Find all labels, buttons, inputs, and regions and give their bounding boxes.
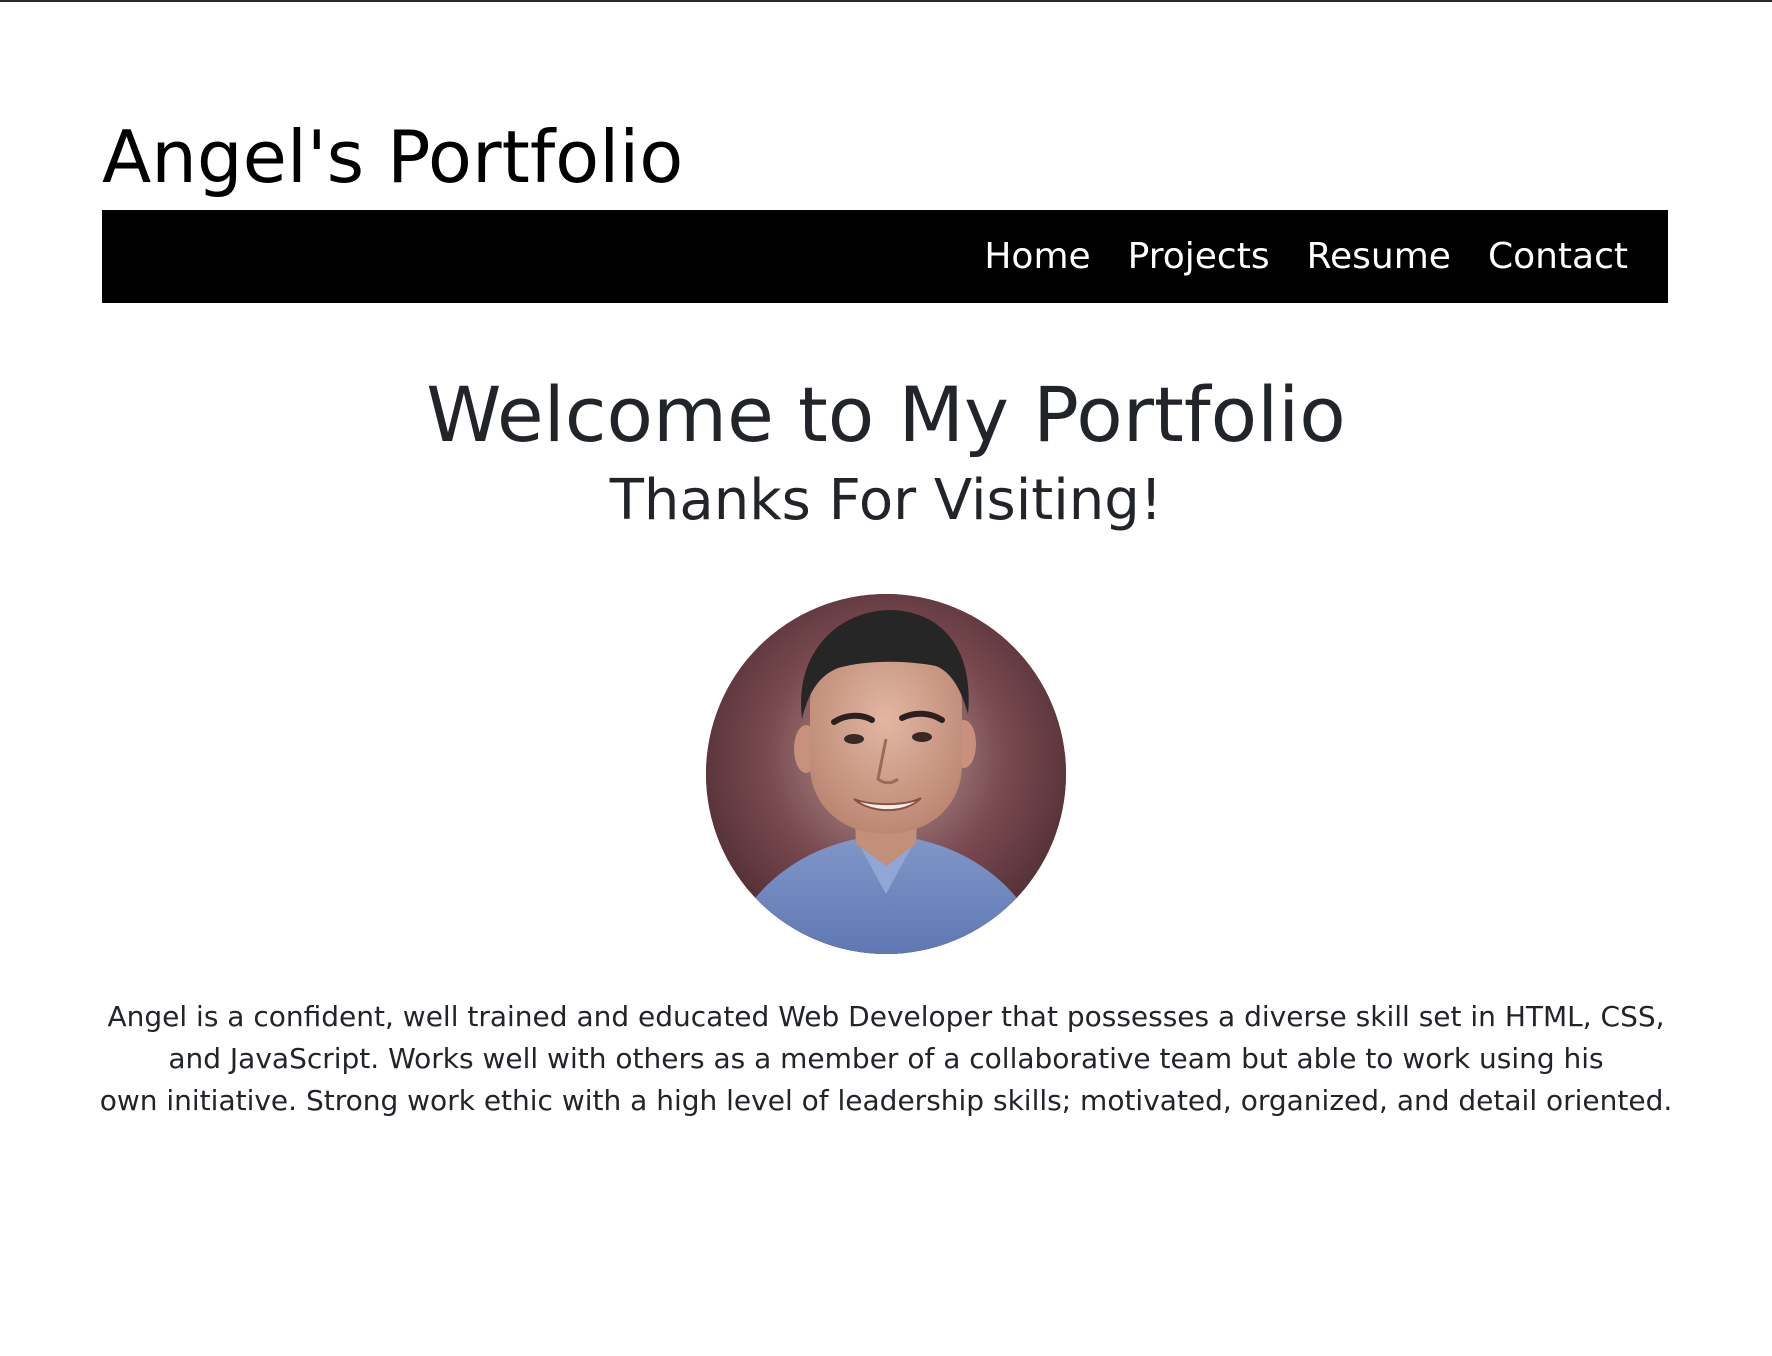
top-border [0,0,1772,2]
bio-line-1: Angel is a confident, well trained and e… [107,1000,1665,1033]
hero-subtitle: Thanks For Visiting! [609,468,1163,533]
profile-photo [706,594,1066,954]
nav-link-resume[interactable]: Resume [1307,236,1451,277]
bio-line-2: and JavaScript. Works well with others a… [168,1042,1604,1075]
nav-link-home[interactable]: Home [984,236,1090,277]
navbar: Home Projects Resume Contact [102,210,1668,303]
hero-title: Welcome to My Portfolio [426,370,1346,459]
nav-link-projects[interactable]: Projects [1128,236,1270,277]
nav-link-contact[interactable]: Contact [1488,236,1628,277]
site-title: Angel's Portfolio [102,115,684,199]
profile-photo-illustration [706,594,1066,954]
bio-line-3: own initiative. Strong work ethic with a… [99,1084,1673,1117]
bio-paragraph: Angel is a confident, well trained and e… [40,996,1732,1122]
